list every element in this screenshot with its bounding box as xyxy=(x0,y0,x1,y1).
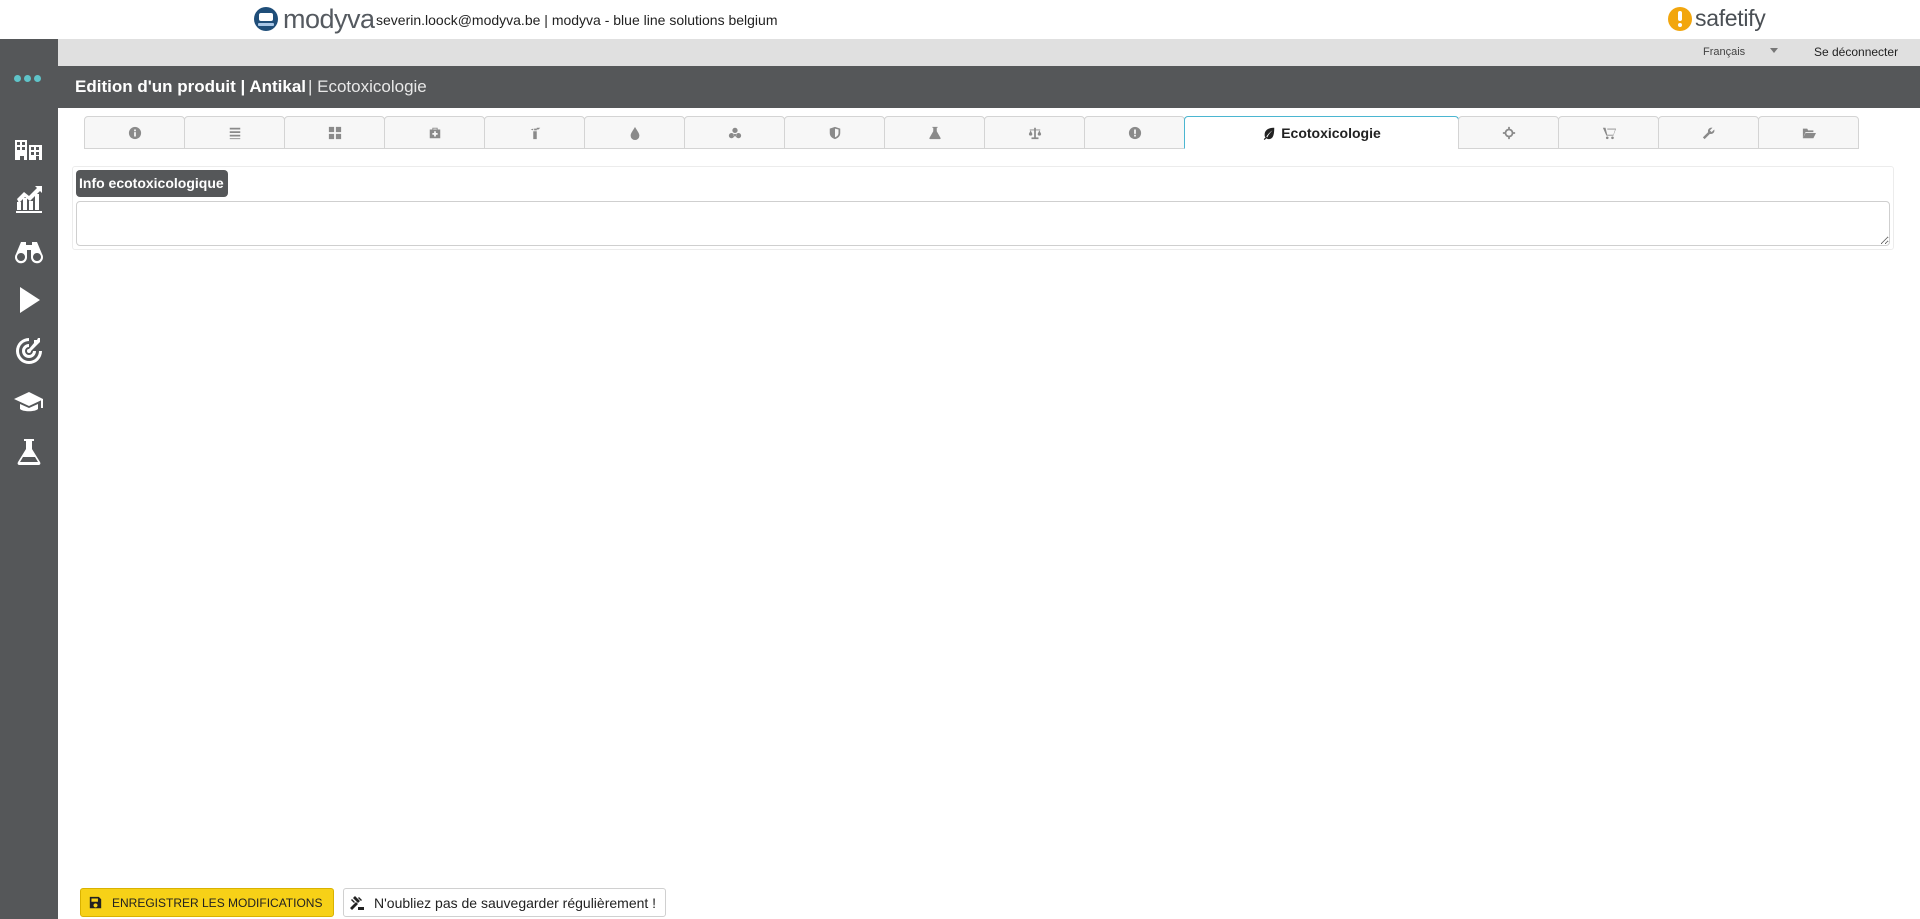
top-header: modyva severin.loock@modyva.be | modyva … xyxy=(0,0,1920,39)
partner-brand-name: safetify xyxy=(1695,5,1766,31)
save-reminder: N'oubliez pas de sauvegarder régulièreme… xyxy=(343,888,666,917)
sub-bar: Français Se déconnecter xyxy=(58,39,1920,66)
tab-cart[interactable] xyxy=(1558,116,1659,149)
tab-fire-extinguisher[interactable] xyxy=(484,116,585,149)
scale-icon xyxy=(1028,127,1041,139)
cart-icon xyxy=(1602,127,1616,139)
modyva-logo[interactable]: modyva xyxy=(254,4,375,34)
sidebar xyxy=(0,39,58,919)
gavel-icon xyxy=(350,895,364,910)
flask-icon[interactable] xyxy=(13,436,45,468)
crosshair-icon xyxy=(1502,126,1515,139)
save-reminder-text: N'oubliez pas de sauvegarder régulièreme… xyxy=(374,894,657,911)
user-info: severin.loock@modyva.be | modyva - blue … xyxy=(376,12,778,28)
buildings-icon[interactable] xyxy=(13,132,45,164)
save-button-label: ENREGISTRER LES MODIFICATIONS xyxy=(112,895,323,910)
modyva-logo-icon xyxy=(254,7,278,31)
tab-label: Ecotoxicologie xyxy=(1281,124,1381,141)
floppy-disk-icon xyxy=(89,896,102,909)
panel-legend: Info ecotoxicologique xyxy=(76,170,228,197)
grid-icon xyxy=(328,126,341,139)
tab-info[interactable] xyxy=(84,116,185,149)
binoculars-icon[interactable] xyxy=(13,233,45,265)
tab-hazard[interactable] xyxy=(684,116,785,149)
chart-growth-icon[interactable] xyxy=(13,183,45,215)
tab-crosshair[interactable] xyxy=(1458,116,1559,149)
shield-icon xyxy=(829,126,840,139)
play-icon[interactable] xyxy=(13,284,45,316)
drop-icon xyxy=(630,126,639,140)
fire-extinguisher-icon xyxy=(530,127,540,139)
chevron-down-icon[interactable] xyxy=(1770,48,1778,53)
hazard-icon xyxy=(728,127,741,138)
tab-wrench[interactable] xyxy=(1658,116,1759,149)
list-icon xyxy=(229,127,240,139)
dots-icon[interactable] xyxy=(14,75,41,82)
tab-warning[interactable] xyxy=(1084,116,1185,149)
info-icon xyxy=(128,126,141,139)
tab-shield[interactable] xyxy=(784,116,885,149)
tab-list[interactable] xyxy=(184,116,285,149)
first-aid-icon xyxy=(429,127,440,138)
tab-bar: Ecotoxicologie xyxy=(84,116,1859,149)
tab-drop[interactable] xyxy=(584,116,685,149)
wrench-icon xyxy=(1702,127,1714,139)
tab-folder[interactable] xyxy=(1758,116,1859,149)
title-bar: Edition d'un produit | Antikal | Ecotoxi… xyxy=(58,66,1920,108)
tab-grid[interactable] xyxy=(284,116,385,149)
safetify-logo: safetify xyxy=(1668,5,1766,32)
tab-scale[interactable] xyxy=(984,116,1085,149)
tab-ecotoxicologie[interactable]: Ecotoxicologie xyxy=(1184,116,1459,149)
save-button[interactable]: ENREGISTRER LES MODIFICATIONS xyxy=(80,888,334,917)
flask-icon xyxy=(928,126,941,139)
brand-name: modyva xyxy=(283,3,375,34)
logout-link[interactable]: Se déconnecter xyxy=(1814,45,1898,59)
tab-first-aid[interactable] xyxy=(384,116,485,149)
leaf-icon xyxy=(1263,127,1275,140)
warning-icon xyxy=(1128,126,1141,139)
page-title: Edition d'un produit | Antikal xyxy=(75,77,307,96)
tab-flask[interactable] xyxy=(884,116,985,149)
target-icon[interactable] xyxy=(13,335,45,367)
graduation-cap-icon[interactable] xyxy=(13,385,45,417)
folder-open-icon xyxy=(1802,128,1816,138)
language-select[interactable]: Français xyxy=(1703,46,1745,58)
safetify-logo-icon xyxy=(1668,6,1692,31)
page-section: | Ecotoxicologie xyxy=(308,77,427,96)
ecotox-info-textarea[interactable] xyxy=(76,201,1890,246)
